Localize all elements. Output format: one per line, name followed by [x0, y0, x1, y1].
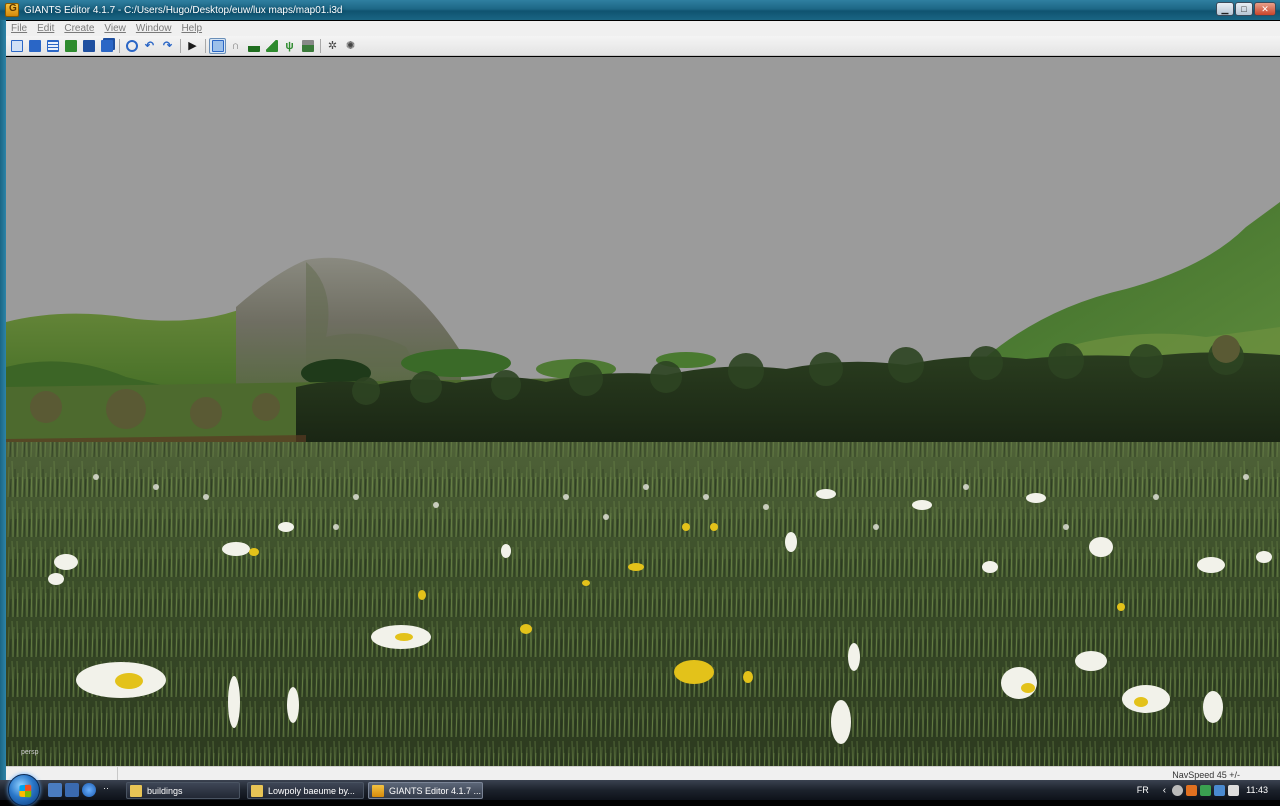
save-all-button[interactable]	[98, 38, 115, 54]
taskbar-lowpoly-baeume[interactable]: Lowpoly baeume by...	[247, 782, 364, 799]
switch-windows-icon[interactable]	[65, 783, 79, 797]
giants-editor-icon	[5, 3, 19, 17]
camera-label: persp	[21, 749, 39, 756]
settings-advanced-icon: ✺	[345, 39, 356, 52]
import-button[interactable]	[123, 38, 140, 54]
internet-explorer-icon[interactable]	[82, 783, 96, 797]
app-tray-icon[interactable]	[1200, 784, 1212, 796]
folder-icon	[130, 784, 142, 797]
redo-icon: ↷	[162, 39, 173, 52]
reload-icon	[64, 39, 77, 52]
open-button[interactable]	[26, 38, 43, 54]
save-as-button[interactable]	[44, 38, 61, 54]
save-icon	[82, 39, 95, 52]
title-bar: GIANTS Editor 4.1.7 - C:/Users/Hugo/Desk…	[0, 0, 1280, 20]
scene-render	[6, 57, 1280, 766]
menu-view[interactable]: View	[99, 23, 131, 34]
select-mode-icon	[211, 39, 224, 52]
network-icon[interactable]	[1214, 784, 1226, 796]
new-icon	[10, 39, 23, 52]
start-button[interactable]	[8, 774, 40, 806]
3d-viewport[interactable]: persp	[6, 57, 1280, 766]
settings-button[interactable]: ✲	[324, 38, 341, 54]
tray-expand-icon[interactable]: ‹	[1163, 785, 1166, 796]
quick-launch: ··	[48, 783, 113, 797]
clock[interactable]: 11:43	[1246, 785, 1268, 795]
toolbar-separator	[320, 38, 321, 53]
window-controls: ▁ □ ✕	[1216, 2, 1276, 16]
search-icon[interactable]	[1172, 784, 1184, 796]
folder-icon	[251, 784, 263, 797]
menu-window[interactable]: Window	[131, 23, 177, 34]
undo-button[interactable]: ↶	[141, 38, 158, 54]
menu-create[interactable]: Create	[59, 23, 99, 34]
settings-icon: ✲	[327, 39, 338, 52]
window-title: GIANTS Editor 4.1.7 - C:/Users/Hugo/Desk…	[24, 4, 343, 16]
move-mode-button[interactable]: ∩	[227, 38, 244, 54]
volume-icon[interactable]	[1228, 784, 1240, 796]
save-all-icon	[100, 39, 113, 52]
import-icon	[125, 39, 138, 52]
terrain-paint-icon	[265, 39, 278, 52]
menu-bar: File Edit Create View Window Help	[6, 21, 1280, 36]
antivirus-icon[interactable]	[1186, 784, 1198, 796]
toolbar-separator	[180, 38, 181, 53]
redo-button[interactable]: ↷	[159, 38, 176, 54]
status-bar: NavSpeed 45 +/-	[6, 766, 1280, 780]
reload-button[interactable]	[62, 38, 79, 54]
menu-file[interactable]: File	[6, 23, 32, 34]
toolbar-separator	[119, 38, 120, 53]
minimize-button[interactable]: ▁	[1216, 2, 1234, 16]
menu-help[interactable]: Help	[176, 23, 207, 34]
move-mode-icon: ∩	[231, 39, 240, 52]
foliage-erase-icon	[301, 39, 314, 52]
select-mode-button[interactable]	[209, 37, 226, 54]
menu-edit[interactable]: Edit	[32, 23, 59, 34]
undo-icon: ↶	[144, 39, 155, 52]
terrain-sculpt-icon	[247, 39, 260, 52]
foliage-erase-button[interactable]	[299, 38, 316, 54]
open-icon	[28, 39, 41, 52]
toolbar: ↶ ↷ ▶ ∩ ψ ✲ ✺	[6, 36, 1280, 56]
foliage-paint-icon: ψ	[285, 39, 294, 52]
taskbar-buildings[interactable]: buildings	[126, 782, 240, 799]
toolbar-separator	[205, 38, 206, 53]
taskbar: ·· buildings Lowpoly baeume by... GIANTS…	[0, 774, 1280, 806]
close-button[interactable]: ✕	[1254, 2, 1276, 16]
play-icon: ▶	[188, 39, 197, 52]
taskbar-giants-editor[interactable]: GIANTS Editor 4.1.7 ...	[368, 782, 483, 799]
save-as-icon	[46, 39, 59, 52]
terrain-sculpt-button[interactable]	[245, 38, 262, 54]
language-indicator[interactable]: FR	[1137, 785, 1149, 795]
terrain-paint-button[interactable]	[263, 38, 280, 54]
new-button[interactable]	[8, 38, 25, 54]
more-quick-launch-icon[interactable]: ··	[99, 783, 113, 797]
save-button[interactable]	[80, 38, 97, 54]
play-button[interactable]: ▶	[184, 38, 201, 54]
navspeed-readout: NavSpeed 45 +/-	[1172, 770, 1240, 780]
maximize-button[interactable]: □	[1235, 2, 1253, 16]
foliage-paint-button[interactable]: ψ	[281, 38, 298, 54]
system-tray: FR ‹ 11:43	[1137, 780, 1280, 800]
settings-advanced-button[interactable]: ✺	[342, 38, 359, 54]
show-desktop-icon[interactable]	[48, 783, 62, 797]
giants-editor-icon	[372, 784, 384, 797]
